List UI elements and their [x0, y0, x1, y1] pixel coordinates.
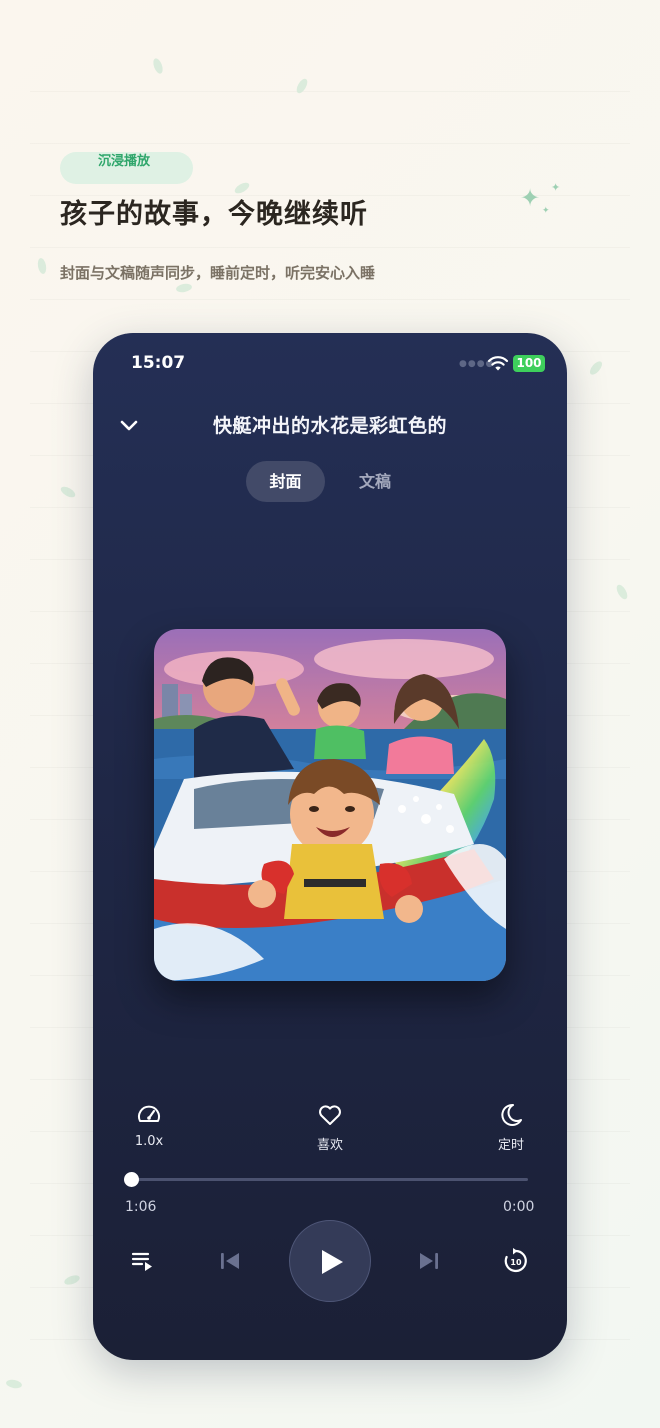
- svg-text:10: 10: [510, 1258, 522, 1267]
- play-button[interactable]: [289, 1220, 371, 1302]
- speed-label: 1.0x: [134, 1134, 164, 1149]
- timer-label: 定时: [497, 1138, 524, 1153]
- skip-next-icon[interactable]: [416, 1248, 442, 1274]
- promo-headline: 孩子的故事，今晚继续听: [60, 199, 368, 230]
- player-title: 快艇冲出的水花是彩虹色的: [212, 415, 447, 437]
- wifi-icon: [487, 356, 509, 371]
- status-time: 15:07: [131, 353, 186, 373]
- sparkle-icon: ✦: [542, 206, 550, 216]
- progress-handle[interactable]: [124, 1172, 139, 1187]
- sleep-timer-button[interactable]: 定时: [471, 1102, 551, 1153]
- playlist-icon[interactable]: [130, 1248, 156, 1274]
- cover-artwork: [154, 629, 506, 981]
- moon-icon: [501, 1103, 522, 1126]
- current-time: 1:06: [125, 1199, 157, 1215]
- like-label: 喜欢: [316, 1138, 343, 1153]
- sparkle-icon: ✦: [551, 181, 561, 194]
- phone-player-screen: 15:07 ●●●● 100 快艇冲出的水花是彩虹色的 封面 文稿 1.0x 喜…: [93, 333, 567, 1360]
- play-icon: [322, 1250, 343, 1274]
- speed-button[interactable]: 1.0x: [109, 1102, 189, 1149]
- skip-previous-icon[interactable]: [217, 1248, 243, 1274]
- tab-cover[interactable]: 封面: [246, 461, 325, 502]
- replay-10-icon[interactable]: 10: [502, 1246, 530, 1274]
- heart-icon: [319, 1105, 341, 1125]
- sparkle-icon: ✦: [520, 184, 541, 212]
- promo-tag: 沉浸播放: [98, 154, 151, 169]
- promo-subline: 封面与文稿随声同步，睡前定时，听完安心入睡: [60, 264, 376, 282]
- progress-bar[interactable]: [131, 1178, 528, 1181]
- speedometer-icon: [138, 1105, 160, 1122]
- tab-script[interactable]: 文稿: [343, 461, 407, 502]
- battery-indicator: 100: [513, 355, 545, 372]
- like-button[interactable]: 喜欢: [290, 1102, 370, 1153]
- leaf-decoration: [5, 1378, 23, 1390]
- total-time: 0:00: [503, 1199, 535, 1215]
